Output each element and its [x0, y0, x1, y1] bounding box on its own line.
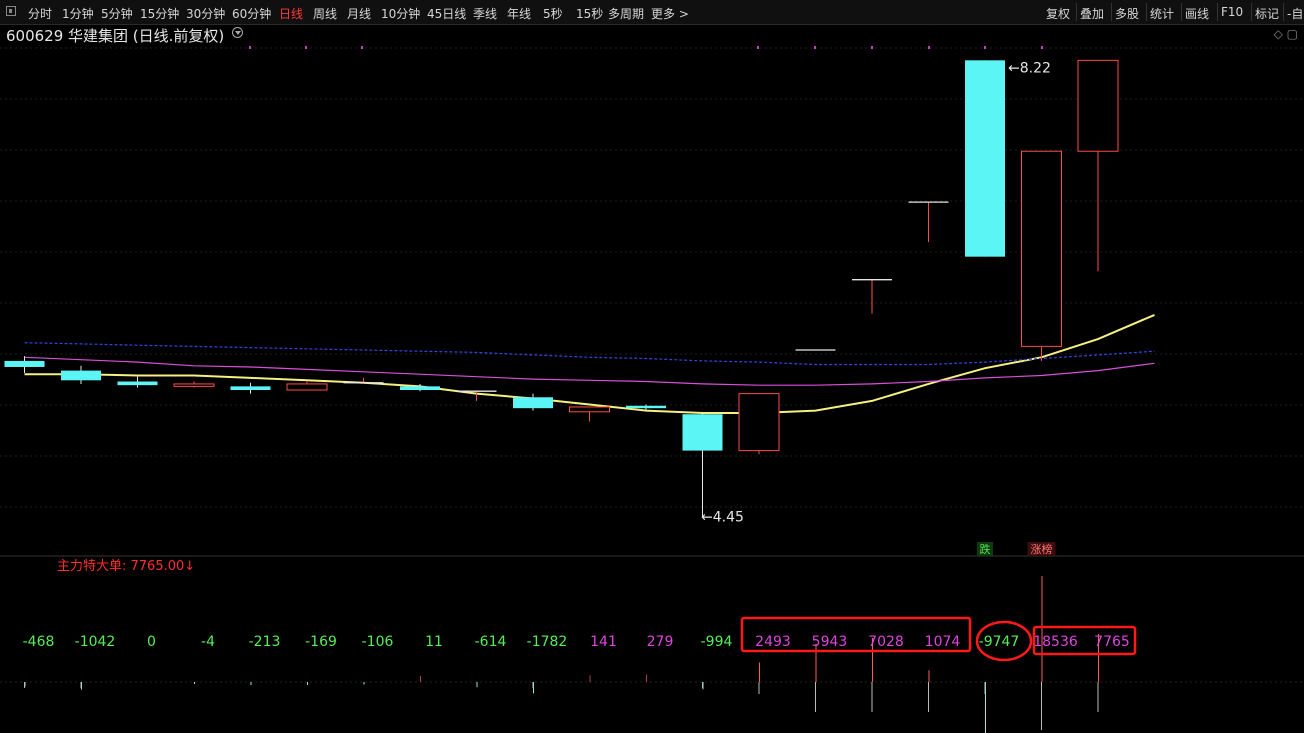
candle-body	[286, 383, 328, 391]
indicator-value: -1782	[527, 634, 568, 650]
indicator-value: 141	[590, 634, 617, 650]
indicator-value: -468	[23, 634, 55, 650]
indicator-label: 主力特大单: 7765.00↓	[57, 559, 195, 574]
candle-body	[965, 60, 1005, 257]
indicator-value: 0	[147, 634, 156, 650]
indicator-value: -169	[305, 634, 337, 650]
candle-body	[61, 370, 101, 381]
indicator-value: 11	[425, 634, 443, 650]
candle-body	[230, 386, 271, 390]
indicator-value: -213	[249, 634, 281, 650]
indicator-value: -9747	[979, 634, 1020, 650]
indicator-value: 18536	[1033, 634, 1078, 650]
candle-body	[569, 406, 610, 413]
top-marker	[928, 46, 930, 49]
badge-label: 涨榜	[1031, 542, 1053, 556]
indicator-value: 2493	[755, 634, 791, 650]
candle-body	[626, 405, 666, 409]
candle-body	[117, 381, 158, 386]
indicator-value: -614	[475, 634, 507, 650]
indicator-value: -994	[701, 634, 733, 650]
indicator-value: 5943	[812, 634, 848, 650]
indicator-value: -1042	[75, 634, 116, 650]
indicator-value: 7765	[1094, 634, 1130, 650]
top-marker	[757, 46, 759, 49]
indicator-value: 1074	[925, 634, 961, 650]
top-marker	[249, 46, 251, 49]
top-marker	[814, 46, 816, 49]
top-marker	[984, 46, 986, 49]
indicator-value: 7028	[868, 634, 904, 650]
ma-line-1	[24, 356, 1155, 386]
candle-body	[682, 414, 723, 451]
candle-body	[400, 386, 440, 390]
low-price-label: ←4.45	[701, 509, 744, 525]
candle-body	[4, 360, 45, 367]
indicator-value: -106	[362, 634, 394, 650]
indicator-value: -4	[201, 634, 215, 650]
top-marker	[871, 46, 873, 49]
top-marker	[1041, 46, 1043, 49]
indicator-value: 279	[647, 634, 674, 650]
candle-body	[513, 397, 553, 409]
candle-body	[173, 383, 215, 387]
badge-label: 跌	[980, 542, 991, 556]
top-marker	[361, 46, 363, 49]
chart-canvas[interactable]: ←8.22 ←4.45 跌 涨榜主力特大单: 7765.00↓ -468 -1042 0 -4…	[0, 0, 1304, 733]
high-price-label: ←8.22	[1008, 60, 1051, 76]
candle-body	[1021, 150, 1062, 347]
candle-body	[738, 393, 780, 452]
ma-line-0	[24, 313, 1155, 414]
candle-body	[1077, 59, 1119, 152]
top-marker	[305, 46, 307, 49]
